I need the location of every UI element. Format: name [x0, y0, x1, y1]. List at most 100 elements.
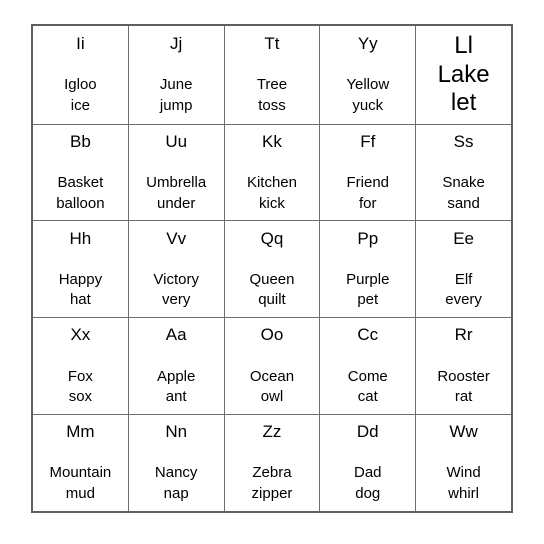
bingo-cell-word-secondary: dog [355, 485, 381, 503]
bingo-cell[interactable]: Uu Umbrella under [127, 123, 225, 222]
bingo-cell-word-primary: Purple [346, 270, 390, 288]
bingo-cell-content: Jj June jump [131, 33, 222, 116]
bingo-cell[interactable]: Qq Queen quilt [223, 220, 321, 319]
bingo-cell-content: Ss Snake sand [418, 131, 509, 214]
bingo-cell-letter-pair: Ll [454, 32, 473, 60]
bingo-cell-content: Cc Come cat [322, 324, 413, 407]
bingo-cell[interactable]: Nn Nancy nap [127, 414, 225, 513]
bingo-cell[interactable]: Ll Lake let [415, 24, 513, 125]
bingo-cell-word-primary: Apple [156, 367, 196, 385]
bingo-cell-word-secondary: every [445, 291, 482, 309]
bingo-cell-letter-pair: Ee [453, 228, 474, 248]
bingo-cell-letter-pair: Ww [449, 422, 478, 442]
bingo-row: Mm Mountain mud Nn Nancy nap Zz Zebra zipper Dd Da… [31, 414, 513, 513]
bingo-cell-letter-pair: Mm [66, 422, 95, 442]
bingo-cell-word-secondary: mud [65, 485, 95, 503]
bingo-cell-content: Ii Igloo ice [35, 33, 126, 116]
bingo-cell-word-secondary: very [162, 291, 191, 309]
bingo-row: Bb Basket balloon Uu Umbrella under Kk Kitchen k… [31, 123, 513, 222]
bingo-cell[interactable]: Oo Ocean owl [223, 317, 321, 416]
bingo-cell-word-secondary: balloon [56, 194, 105, 212]
bingo-cell-word-primary: Elf [454, 270, 473, 288]
bingo-cell-word-secondary: sand [447, 194, 480, 212]
bingo-cell-letter-pair: Yy [357, 34, 378, 54]
bingo-cell[interactable]: Dd Dad dog [319, 414, 417, 513]
bingo-cell-word-primary: Kitchen [246, 173, 297, 191]
bingo-cell-letter-pair: Nn [165, 422, 188, 442]
bingo-cell-content: Tt Tree toss [227, 33, 318, 116]
bingo-cell-content: Qq Queen quilt [227, 228, 318, 311]
bingo-cell-word-primary: Mountain [49, 464, 112, 482]
bingo-cell[interactable]: Yy Yellow yuck [319, 24, 417, 125]
bingo-cell-content: Pp Purple pet [322, 228, 413, 311]
bingo-cell-word-secondary: owl [260, 388, 284, 406]
bingo-cell-word-primary: Victory [153, 270, 199, 288]
bingo-cell[interactable]: Ww Wind whirl [415, 414, 513, 513]
bingo-cell-word-primary: Dad [354, 464, 382, 482]
bingo-cell-letter-pair: Oo [260, 325, 284, 345]
bingo-cell-content: Nn Nancy nap [131, 421, 222, 504]
bingo-cell-word-secondary: cat [357, 388, 378, 406]
bingo-cell-word-primary: Umbrella [146, 173, 207, 191]
bingo-cell[interactable]: Tt Tree toss [223, 24, 321, 125]
bingo-cell[interactable]: Ss Snake sand [415, 123, 513, 222]
bingo-cell[interactable]: Kk Kitchen kick [223, 123, 321, 222]
bingo-cell[interactable]: Mm Mountain mud [31, 414, 129, 513]
bingo-row: Hh Happy hat Vv Victory very Qq Queen quilt Pp Pur… [31, 220, 513, 319]
bingo-cell-letter-pair: Qq [260, 228, 284, 248]
bingo-cell-content: Ll Lake let [418, 32, 509, 117]
bingo-cell[interactable]: Bb Basket balloon [31, 123, 129, 222]
bingo-cell-letter-pair: Aa [165, 325, 187, 345]
bingo-cell-letter-pair: Jj [170, 34, 183, 54]
bingo-cell[interactable]: Hh Happy hat [31, 220, 129, 319]
bingo-cell[interactable]: Vv Victory very [127, 220, 225, 319]
bingo-cell-content: Ff Friend for [322, 131, 413, 214]
bingo-cell-word-secondary: rat [454, 388, 473, 406]
bingo-cell-word-secondary: whirl [448, 485, 479, 503]
bingo-cell-content: Xx Fox sox [35, 324, 126, 407]
bingo-cell-word-secondary: kick [259, 194, 285, 212]
bingo-cell-word-secondary: zipper [251, 485, 293, 503]
bingo-cell-letter-pair: Ff [360, 131, 376, 151]
bingo-cell-word-primary: Rooster [437, 367, 490, 385]
bingo-cell-content: Zz Zebra zipper [227, 421, 318, 504]
bingo-card-body: Ii Igloo ice Jj June jump Tt Tree toss Yy Yellow yu… [31, 24, 513, 513]
bingo-cell-word-primary: Queen [249, 270, 295, 288]
bingo-cell-content: Oo Ocean owl [227, 324, 318, 407]
bingo-cell-word-secondary: hat [69, 291, 91, 309]
bingo-cell-content: Aa Apple ant [131, 324, 222, 407]
bingo-cell-letter-pair: Vv [166, 228, 187, 248]
bingo-cell-word-primary: Come [347, 367, 388, 385]
bingo-cell-content: Vv Victory very [131, 228, 222, 311]
bingo-cell-word-secondary: sox [68, 388, 93, 406]
bingo-cell-word-primary: Friend [346, 173, 390, 191]
bingo-cell-content: Ee Elf every [418, 228, 509, 311]
bingo-cell[interactable]: Aa Apple ant [127, 317, 225, 416]
bingo-cell[interactable]: Zz Zebra zipper [223, 414, 321, 513]
bingo-card-grid: Ii Igloo ice Jj June jump Tt Tree toss Yy Yellow yu… [31, 24, 513, 513]
bingo-cell-content: Kk Kitchen kick [227, 131, 318, 214]
bingo-cell-word-primary: Zebra [252, 464, 292, 482]
bingo-cell-letter-pair: Hh [69, 228, 92, 248]
bingo-cell[interactable]: Cc Come cat [319, 317, 417, 416]
bingo-cell-letter-pair: Dd [356, 422, 379, 442]
bingo-cell[interactable]: Rr Rooster rat [415, 317, 513, 416]
bingo-cell-content: Rr Rooster rat [418, 324, 509, 407]
bingo-cell-word-secondary: pet [357, 291, 379, 309]
bingo-cell-word-primary: Happy [58, 270, 103, 288]
bingo-cell-word-secondary: ice [70, 96, 90, 114]
bingo-cell[interactable]: Ff Friend for [319, 123, 417, 222]
bingo-card-container: Ii Igloo ice Jj June jump Tt Tree toss Yy Yellow yu… [31, 24, 513, 513]
bingo-cell-content: Bb Basket balloon [35, 131, 126, 214]
bingo-cell-letter-pair: Xx [70, 325, 91, 345]
bingo-cell-word-secondary: yuck [352, 96, 384, 114]
bingo-cell[interactable]: Xx Fox sox [31, 317, 129, 416]
bingo-cell-word-primary: Yellow [346, 76, 390, 94]
bingo-cell-letter-pair: Cc [357, 325, 379, 345]
bingo-cell[interactable]: Pp Purple pet [319, 220, 417, 319]
bingo-cell-word-secondary: quilt [258, 291, 286, 309]
bingo-cell-letter-pair: Bb [69, 131, 91, 151]
bingo-cell[interactable]: Jj June jump [127, 24, 225, 125]
bingo-cell[interactable]: Ii Igloo ice [31, 24, 129, 125]
bingo-cell[interactable]: Ee Elf every [415, 220, 513, 319]
